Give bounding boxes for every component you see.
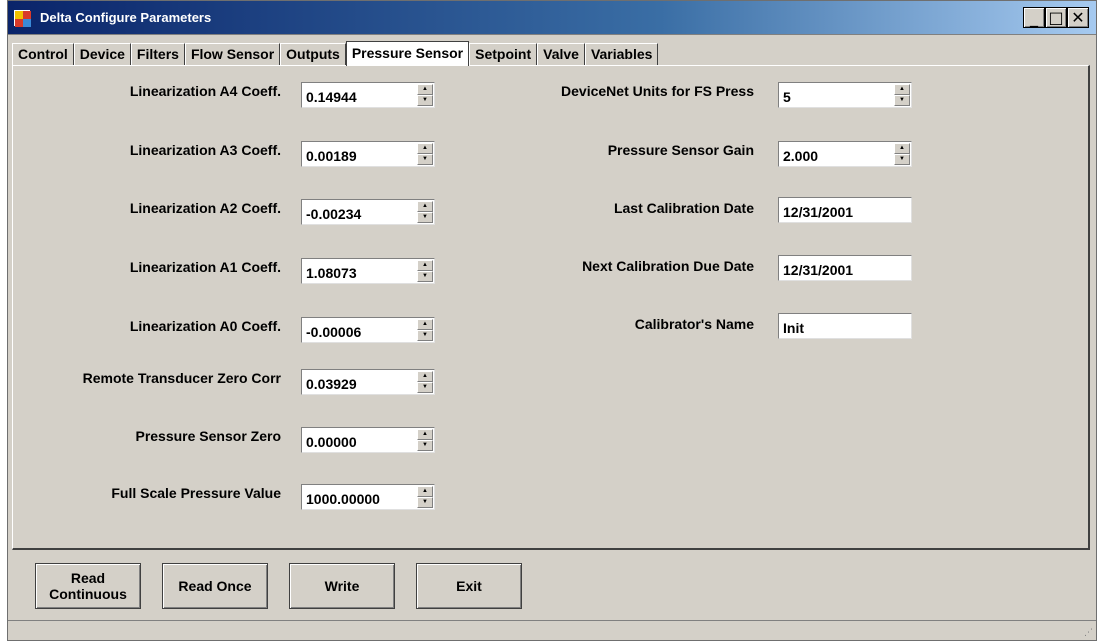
tab-outputs[interactable]: Outputs xyxy=(280,43,346,65)
a1-coeff-value: 1.08073 xyxy=(306,265,357,281)
size-grip-icon[interactable]: ⋰ xyxy=(1084,628,1093,638)
maximize-icon: □ xyxy=(1048,7,1064,27)
remote-zero-corr-value: 0.03929 xyxy=(306,376,357,392)
label-calibrators-name: Calibrator's Name xyxy=(634,316,754,332)
label-devicenet-units: DeviceNet Units for FS Press xyxy=(561,83,754,99)
spin-up-icon[interactable]: ▲ xyxy=(894,143,910,154)
label-a2-coeff: Linearization A2 Coeff. xyxy=(129,200,281,216)
tab-setpoint[interactable]: Setpoint xyxy=(469,43,538,65)
label-remote-zero-corr: Remote Transducer Zero Corr xyxy=(82,370,281,386)
spin-up-icon[interactable]: ▲ xyxy=(417,319,433,330)
label-full-scale-pressure: Full Scale Pressure Value xyxy=(111,485,281,501)
label-next-calibration-due-date: Next Calibration Due Date xyxy=(582,258,754,274)
label-pressure-sensor-gain: Pressure Sensor Gain xyxy=(607,142,754,158)
full-scale-pressure-spinner[interactable]: 1000.00000 ▲ ▼ xyxy=(301,484,435,510)
pressure-sensor-gain-spinner[interactable]: 2.000 ▲ ▼ xyxy=(778,141,912,167)
spin-up-icon[interactable]: ▲ xyxy=(417,143,433,154)
a1-coeff-spinner[interactable]: 1.08073 ▲ ▼ xyxy=(301,258,435,284)
label-a0-coeff: Linearization A0 Coeff. xyxy=(129,318,281,334)
devicenet-units-value: 5 xyxy=(783,89,791,105)
a3-coeff-spinner[interactable]: 0.00189 ▲ ▼ xyxy=(301,141,435,167)
app-window: Delta Configure Parameters _ □ ✕ Control… xyxy=(7,0,1097,641)
tab-pressure-sensor[interactable]: Pressure Sensor xyxy=(345,41,470,66)
tab-valve[interactable]: Valve xyxy=(537,43,585,65)
label-a3-coeff: Linearization A3 Coeff. xyxy=(129,142,281,158)
a4-coeff-value: 0.14944 xyxy=(306,89,357,105)
spin-down-icon[interactable]: ▼ xyxy=(417,497,433,508)
label-a1-coeff: Linearization A1 Coeff. xyxy=(129,259,281,275)
window-title: Delta Configure Parameters xyxy=(40,10,212,25)
full-scale-pressure-value: 1000.00000 xyxy=(306,491,380,507)
spin-down-icon[interactable]: ▼ xyxy=(417,440,433,451)
last-calibration-date-field[interactable]: 12/31/2001 xyxy=(778,197,912,223)
pressure-sensor-gain-value: 2.000 xyxy=(783,148,819,164)
next-calibration-due-date-field[interactable]: 12/31/2001 xyxy=(778,255,912,281)
app-icon xyxy=(14,10,31,27)
read-continuous-button[interactable]: Read Continuous xyxy=(35,563,141,609)
a2-coeff-spinner[interactable]: -0.00234 ▲ ▼ xyxy=(301,199,435,225)
minimize-icon: _ xyxy=(1030,7,1038,27)
tab-filters[interactable]: Filters xyxy=(130,43,185,65)
spin-up-icon[interactable]: ▲ xyxy=(417,371,433,382)
spin-down-icon[interactable]: ▼ xyxy=(417,212,433,223)
status-bar: ⋰ xyxy=(8,620,1096,640)
spin-up-icon[interactable]: ▲ xyxy=(417,201,433,212)
tab-variables[interactable]: Variables xyxy=(584,43,659,65)
spin-down-icon[interactable]: ▼ xyxy=(417,271,433,282)
tab-strip: Control Device Filters Flow Sensor Outpu… xyxy=(12,41,659,66)
spin-down-icon[interactable]: ▼ xyxy=(417,95,433,106)
spin-down-icon[interactable]: ▼ xyxy=(417,382,433,393)
a4-coeff-spinner[interactable]: 0.14944 ▲ ▼ xyxy=(301,82,435,108)
spin-up-icon[interactable]: ▲ xyxy=(417,84,433,95)
spin-up-icon[interactable]: ▲ xyxy=(894,84,910,95)
spin-down-icon[interactable]: ▼ xyxy=(417,330,433,341)
close-button[interactable]: ✕ xyxy=(1067,7,1089,28)
title-bar[interactable]: Delta Configure Parameters _ □ ✕ xyxy=(8,1,1096,35)
spin-down-icon[interactable]: ▼ xyxy=(894,95,910,106)
label-pressure-sensor-zero: Pressure Sensor Zero xyxy=(135,428,281,444)
read-continuous-line1: Read xyxy=(70,570,106,586)
calibrators-name-value: Init xyxy=(783,320,804,336)
last-calibration-date-value: 12/31/2001 xyxy=(783,204,854,220)
write-button[interactable]: Write xyxy=(289,563,395,609)
tab-flow-sensor[interactable]: Flow Sensor xyxy=(184,43,281,65)
calibrators-name-field[interactable]: Init xyxy=(778,313,912,339)
tab-control[interactable]: Control xyxy=(12,43,74,65)
spin-up-icon[interactable]: ▲ xyxy=(417,260,433,271)
spin-up-icon[interactable]: ▲ xyxy=(417,486,433,497)
label-a4-coeff: Linearization A4 Coeff. xyxy=(129,83,281,99)
pressure-sensor-zero-spinner[interactable]: 0.00000 ▲ ▼ xyxy=(301,427,435,453)
maximize-button[interactable]: □ xyxy=(1045,7,1067,28)
pressure-sensor-zero-value: 0.00000 xyxy=(306,434,357,450)
pressure-sensor-panel: Linearization A4 Coeff. 0.14944 ▲ ▼ Linea… xyxy=(12,65,1090,550)
tab-device[interactable]: Device xyxy=(73,43,131,65)
next-calibration-due-date-value: 12/31/2001 xyxy=(783,262,854,278)
read-once-button[interactable]: Read Once xyxy=(162,563,268,609)
spin-down-icon[interactable]: ▼ xyxy=(894,154,910,165)
a3-coeff-value: 0.00189 xyxy=(306,148,357,164)
devicenet-units-spinner[interactable]: 5 ▲ ▼ xyxy=(778,82,912,108)
remote-zero-corr-spinner[interactable]: 0.03929 ▲ ▼ xyxy=(301,369,435,395)
read-continuous-line2: Continuous xyxy=(49,586,127,602)
minimize-button[interactable]: _ xyxy=(1023,7,1045,28)
a0-coeff-spinner[interactable]: -0.00006 ▲ ▼ xyxy=(301,317,435,343)
exit-button[interactable]: Exit xyxy=(416,563,522,609)
a0-coeff-value: -0.00006 xyxy=(306,324,362,340)
label-last-calibration-date: Last Calibration Date xyxy=(613,200,754,216)
close-icon: ✕ xyxy=(1071,7,1085,27)
spin-up-icon[interactable]: ▲ xyxy=(417,429,433,440)
spin-down-icon[interactable]: ▼ xyxy=(417,154,433,165)
a2-coeff-value: -0.00234 xyxy=(306,206,362,222)
